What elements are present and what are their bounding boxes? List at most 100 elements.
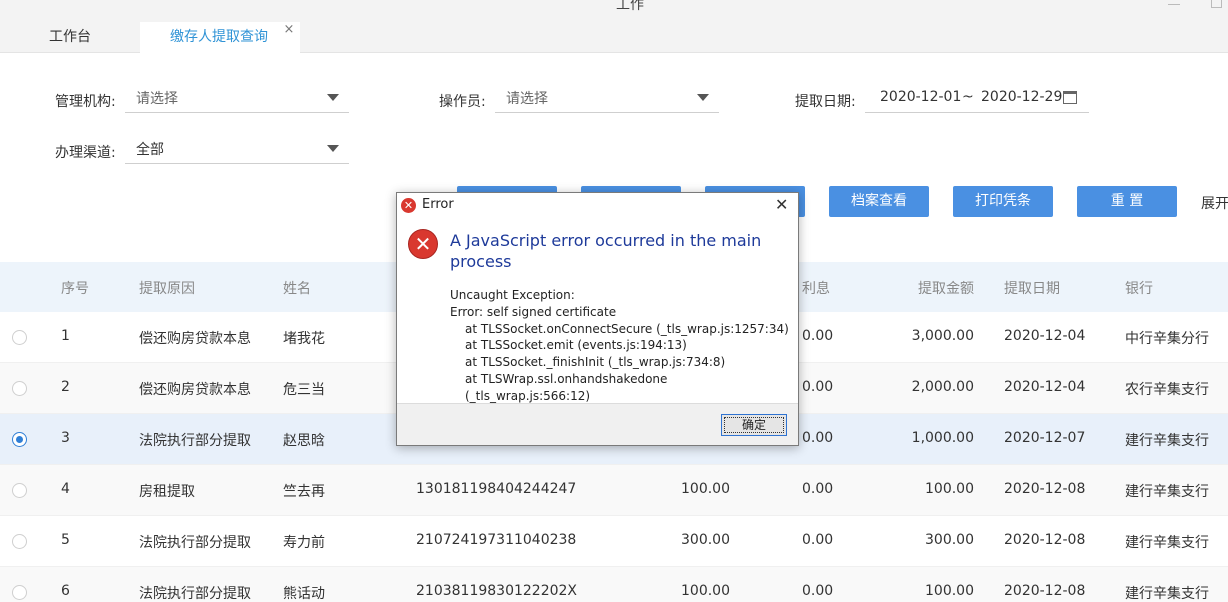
- cell-interest: 0.00: [802, 430, 834, 446]
- detail-line: at TLSSocket._finishInit (_tls_wrap.js:7…: [465, 355, 726, 370]
- radio-icon[interactable]: [12, 585, 27, 600]
- table-row[interactable]: 4 房租提取 竺去再 130181198404244247 100.00 0.0…: [0, 465, 1228, 516]
- column-header-bank: 银行: [1125, 281, 1153, 297]
- cell-name: 赵思晗: [283, 433, 325, 449]
- radio-icon[interactable]: [12, 534, 27, 549]
- error-icon: ✕: [408, 229, 438, 259]
- cell-name: 危三当: [283, 382, 325, 398]
- operator-select-placeholder: 请选择: [506, 91, 548, 107]
- dialog-footer: 确定: [397, 403, 798, 445]
- cell-id: 21038119830122202X: [416, 583, 578, 599]
- cell-no: 3: [61, 430, 70, 446]
- org-select[interactable]: 请选择: [125, 83, 349, 113]
- detail-line: at TLSSocket.onConnectSecure (_tls_wrap.…: [465, 321, 789, 336]
- cell-no: 1: [61, 328, 70, 344]
- date-end: 2020-12-29: [981, 89, 1063, 105]
- cell-amount: 100.00: [925, 583, 974, 599]
- cell-interest: 0.00: [802, 328, 834, 344]
- date-label: 提取日期:: [795, 94, 856, 110]
- close-icon[interactable]: ✕: [775, 195, 788, 214]
- print-receipt-button[interactable]: 打印凭条: [953, 186, 1053, 217]
- tab-withdrawal-query[interactable]: 缴存人提取查询: [140, 22, 300, 53]
- dialog-message: A JavaScript error occurred in the main …: [450, 231, 762, 271]
- table-row[interactable]: 6 法院执行部分提取 熊话动 21038119830122202X 100.00…: [0, 567, 1228, 602]
- org-select-placeholder: 请选择: [136, 91, 178, 107]
- cell-bank: 建行辛集支行: [1125, 433, 1209, 449]
- tab-workbench[interactable]: 工作台: [0, 22, 140, 53]
- detail-line: Error: self signed certificate: [450, 304, 617, 319]
- cell-date: 2020-12-08: [1004, 532, 1086, 548]
- cell-no: 4: [61, 481, 70, 497]
- cell-amount: 300.00: [925, 532, 974, 548]
- operator-select[interactable]: 请选择: [495, 83, 719, 113]
- column-header-no: 序号: [61, 281, 89, 297]
- radio-icon[interactable]: [12, 330, 27, 345]
- cell-date: 2020-12-04: [1004, 328, 1086, 344]
- caret-down-icon: [327, 94, 339, 101]
- calendar-icon[interactable]: [1063, 91, 1077, 104]
- window-titlebar: 工作: [0, 0, 1228, 22]
- cell-amount1: 100.00: [681, 583, 730, 599]
- column-header-date: 提取日期: [1004, 281, 1060, 297]
- cell-reason: 法院执行部分提取: [139, 535, 251, 551]
- table-row[interactable]: 5 法院执行部分提取 寿力前 210724197311040238 300.00…: [0, 516, 1228, 567]
- cell-no: 6: [61, 583, 70, 599]
- ok-button[interactable]: 确定: [721, 414, 787, 436]
- error-icon: ✕: [401, 198, 416, 213]
- cell-bank: 建行辛集支行: [1125, 586, 1209, 602]
- tab-withdrawal-query-label: 缴存人提取查询: [170, 29, 268, 45]
- cell-date: 2020-12-08: [1004, 481, 1086, 497]
- archive-view-button[interactable]: 档案查看: [829, 186, 929, 217]
- column-header-name: 姓名: [283, 281, 311, 297]
- channel-label: 办理渠道:: [55, 145, 116, 161]
- cell-bank: 中行辛集分行: [1125, 331, 1209, 347]
- date-range-input[interactable]: 2020-12-01 ~ 2020-12-29: [865, 83, 1089, 113]
- expand-link[interactable]: 展开: [1201, 193, 1228, 213]
- cell-name: 竺去再: [283, 484, 325, 500]
- cell-no: 2: [61, 379, 70, 395]
- column-header-reason: 提取原因: [139, 281, 195, 297]
- cell-bank: 农行辛集支行: [1125, 382, 1209, 398]
- cell-date: 2020-12-07: [1004, 430, 1086, 446]
- reset-button[interactable]: 重 置: [1077, 186, 1177, 217]
- cell-amount: 1,000.00: [911, 430, 974, 446]
- cell-id: 130181198404244247: [416, 481, 577, 497]
- cell-reason: 偿还购房贷款本息: [139, 331, 251, 347]
- detail-line: at TLSWrap.ssl.onhandshakedone (_tls_wra…: [465, 371, 668, 403]
- dialog-titlebar: ✕ Error ✕: [397, 193, 798, 218]
- cell-amount: 2,000.00: [911, 379, 974, 395]
- cell-interest: 0.00: [802, 379, 834, 395]
- restore-icon[interactable]: [1211, 0, 1222, 8]
- cell-interest: 0.00: [802, 583, 834, 599]
- cell-name: 堵我花: [283, 331, 325, 347]
- cell-reason: 偿还购房贷款本息: [139, 382, 251, 398]
- cell-reason: 法院执行部分提取: [139, 586, 251, 602]
- cell-interest: 0.00: [802, 532, 834, 548]
- cell-amount1: 100.00: [681, 481, 730, 497]
- cell-name: 寿力前: [283, 535, 325, 551]
- dialog-detail: Uncaught Exception: Error: self signed c…: [450, 287, 790, 405]
- radio-icon[interactable]: [12, 483, 27, 498]
- dialog-title: Error: [422, 197, 454, 212]
- error-dialog: ✕ Error ✕ ✕ A JavaScript error occurred …: [396, 192, 799, 446]
- minimize-icon[interactable]: [1168, 4, 1180, 5]
- cell-reason: 房租提取: [139, 484, 195, 500]
- caret-down-icon: [697, 94, 709, 101]
- radio-icon[interactable]: [12, 381, 27, 396]
- org-label: 管理机构:: [55, 94, 116, 110]
- tab-bar: 工作台 缴存人提取查询 ×: [0, 22, 1228, 53]
- close-icon[interactable]: ×: [282, 22, 296, 37]
- cell-amount1: 300.00: [681, 532, 730, 548]
- radio-icon[interactable]: [12, 432, 27, 447]
- cell-amount: 3,000.00: [911, 328, 974, 344]
- detail-line: Uncaught Exception:: [450, 288, 575, 302]
- window-title: 工作: [616, 0, 644, 13]
- date-separator: ~: [962, 89, 974, 105]
- column-header-interest: 利息: [802, 281, 830, 297]
- channel-select[interactable]: 全部: [125, 134, 349, 164]
- cell-id: 210724197311040238: [416, 532, 577, 548]
- cell-interest: 0.00: [802, 481, 834, 497]
- cell-bank: 建行辛集支行: [1125, 535, 1209, 551]
- cell-date: 2020-12-04: [1004, 379, 1086, 395]
- operator-label: 操作员:: [439, 94, 486, 110]
